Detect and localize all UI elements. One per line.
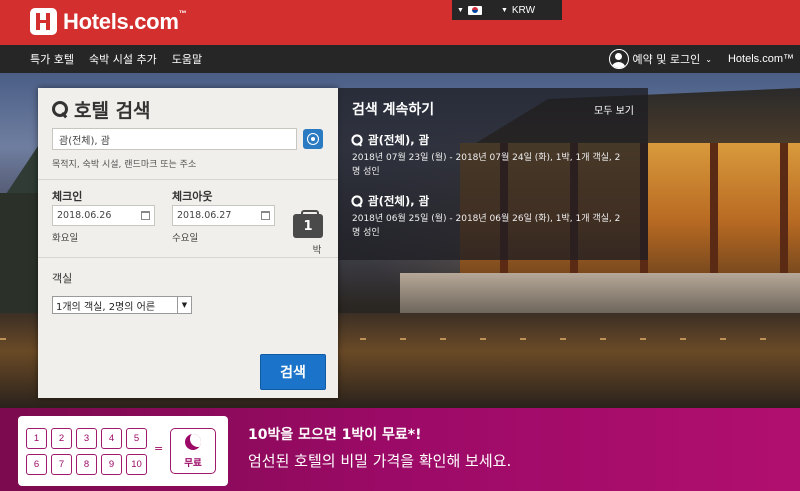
chevron-down-icon: ▼ xyxy=(177,297,191,313)
nights-count: 1 xyxy=(303,218,313,234)
checkin-field[interactable]: 2018.06.26 xyxy=(52,205,155,226)
stamp: 4 xyxy=(101,428,122,449)
login-label: 예약 및 로그인 xyxy=(632,53,701,66)
rooms-select[interactable]: 1개의 객실, 2명의 어른 ▼ xyxy=(52,296,192,314)
stamp: 7 xyxy=(51,454,72,475)
stamp-card: 1 2 3 4 5 6 7 8 9 10 = 무료 xyxy=(18,416,228,486)
rewards-promo-banner[interactable]: 1 2 3 4 5 6 7 8 9 10 = 무료 10박을 모으면 1박이 무… xyxy=(0,408,800,491)
promo-subtitle: 엄선된 호텔의 비밀 가격을 확인해 보세요. xyxy=(248,452,512,470)
nav-add-property[interactable]: 숙박 시설 추가 xyxy=(89,51,157,67)
stamp-grid: 1 2 3 4 5 6 7 8 9 10 xyxy=(26,428,147,475)
stamp: 2 xyxy=(51,428,72,449)
stamp: 9 xyxy=(101,454,122,475)
search-button[interactable]: 검색 xyxy=(260,354,326,390)
free-night-badge: 무료 xyxy=(170,428,216,474)
search-icon xyxy=(351,134,363,146)
nights-unit: 박 xyxy=(312,245,322,256)
view-all-link[interactable]: 모두 보기 xyxy=(594,102,634,117)
stamp: 3 xyxy=(76,428,97,449)
checkout-weekday: 수요일 xyxy=(172,233,199,244)
bed-icon: 1 xyxy=(293,210,323,238)
hotel-search-panel: 호텔 검색 괌(전체), 괌 목적지, 숙박 시설, 랜드마크 또는 주소 체크… xyxy=(38,88,338,398)
search-title: 호텔 검색 xyxy=(52,96,324,122)
checkin-label: 체크인 xyxy=(52,190,83,203)
hotels-logo[interactable]: Hotels.com™ xyxy=(30,8,187,35)
top-header: Hotels.com™ ▼ ▼ KRW xyxy=(0,0,800,45)
moon-icon xyxy=(185,433,201,450)
nav-help[interactable]: 도움말 xyxy=(172,51,202,67)
chevron-down-icon: ▼ xyxy=(457,6,464,14)
stamp: 8 xyxy=(76,454,97,475)
stamp: 6 xyxy=(26,454,47,475)
checkout-group: 체크아웃 2018.06.27 수요일 xyxy=(172,188,275,244)
nights-indicator: 1 박 xyxy=(293,210,323,256)
user-avatar-icon xyxy=(608,49,629,69)
equals-sign: = xyxy=(154,442,164,455)
hotels-h-icon xyxy=(30,8,57,35)
current-location-button[interactable] xyxy=(303,129,323,149)
checkout-field[interactable]: 2018.06.27 xyxy=(172,205,275,226)
continue-search-panel: 검색 계속하기 모두 보기 괌(전체), 괌 2018년 07월 23일 (월)… xyxy=(338,88,648,260)
checkout-label: 체크아웃 xyxy=(172,190,213,203)
rooms-label: 객실 xyxy=(52,272,73,285)
currency-label: KRW xyxy=(511,4,536,16)
chevron-down-icon: ⌄ xyxy=(705,54,712,64)
stamp: 5 xyxy=(126,428,147,449)
calendar-icon[interactable] xyxy=(141,211,150,220)
recent-search-item[interactable]: 괌(전체), 괌 2018년 06월 25일 (월) - 2018년 06월 2… xyxy=(351,193,634,240)
main-nav: 특가 호텔 숙박 시설 추가 도움말 예약 및 로그인 ⌄ Hotels.com… xyxy=(0,45,800,73)
locale-selector[interactable]: ▼ ▼ KRW xyxy=(452,0,562,20)
brand-link[interactable]: Hotels.com™ xyxy=(728,53,794,65)
login-menu[interactable]: 예약 및 로그인 ⌄ xyxy=(608,49,712,69)
search-icon xyxy=(351,195,363,207)
stamp: 10 xyxy=(126,454,147,475)
recent-search-detail: 2018년 07월 23일 (월) - 2018년 07월 24일 (화), 1… xyxy=(352,153,621,177)
recent-search-title: 괌(전체), 괌 xyxy=(368,194,430,208)
destination-hint: 목적지, 숙박 시설, 랜드마크 또는 주소 xyxy=(52,160,197,170)
kr-flag-icon xyxy=(467,5,482,15)
recent-search-item[interactable]: 괌(전체), 괌 2018년 07월 23일 (월) - 2018년 07월 2… xyxy=(351,132,634,179)
free-label: 무료 xyxy=(184,457,202,469)
chevron-down-icon: ▼ xyxy=(500,6,508,14)
search-icon xyxy=(52,101,68,117)
recent-search-detail: 2018년 06월 25일 (월) - 2018년 06월 26일 (화), 1… xyxy=(352,214,621,238)
brand-name: Hotels.com™ xyxy=(63,8,187,34)
recent-search-title: 괌(전체), 괌 xyxy=(368,133,430,147)
stamp: 1 xyxy=(26,428,47,449)
continue-search-title: 검색 계속하기 xyxy=(352,102,435,118)
calendar-icon[interactable] xyxy=(261,211,270,220)
nav-right: 예약 및 로그인 ⌄ Hotels.com™ xyxy=(608,45,794,73)
destination-input[interactable]: 괌(전체), 괌 xyxy=(52,128,297,150)
promo-title: 10박을 모으면 1박이 무료*! xyxy=(248,427,422,443)
checkin-group: 체크인 2018.06.26 화요일 xyxy=(52,188,155,244)
checkin-weekday: 화요일 xyxy=(52,233,79,244)
nav-deals[interactable]: 특가 호텔 xyxy=(30,51,74,67)
